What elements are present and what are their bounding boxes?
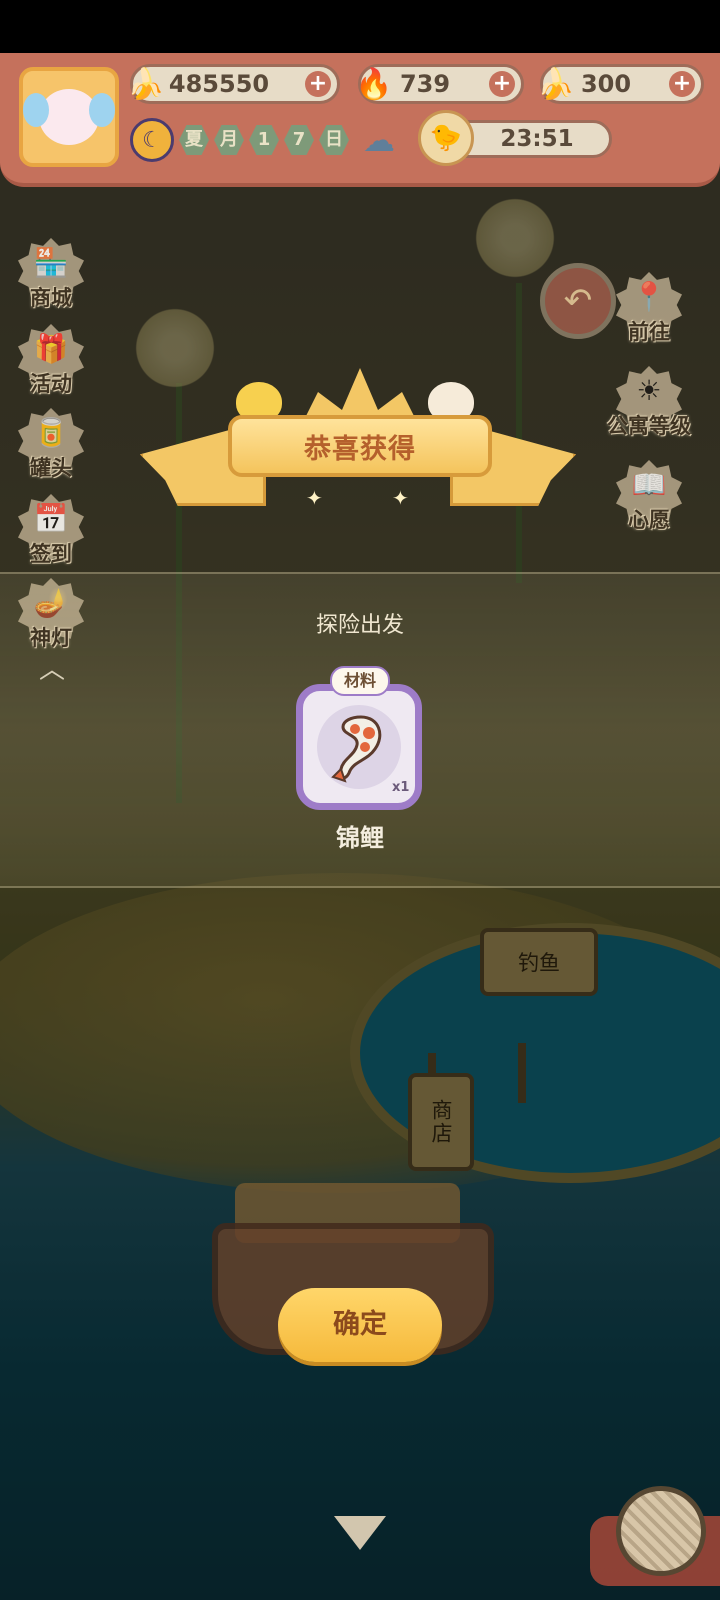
add-blue-banana-button[interactable]: + [669,71,695,97]
duck-timer-icon[interactable]: 🐤 [418,110,474,166]
sidebar-item-shop[interactable]: 🏪 商城 [14,234,88,310]
item-category-tag: 材料 [330,666,390,696]
flame-counter[interactable]: 🔥 739 + [355,64,524,104]
map-pin-icon: 📍 [631,280,667,313]
player-avatar[interactable] [19,67,119,167]
banana-counter[interactable]: 🍌 485550 + [127,64,340,104]
item-quantity: x1 [392,780,410,795]
gift-icon: 🎁 [33,332,69,365]
calendar-icon: 📅 [33,502,69,535]
reward-title-banner: 恭喜获得 [228,415,492,477]
sidebar-item-wish[interactable]: 📖 心愿 [612,456,686,532]
yarn-ball-icon[interactable] [616,1486,706,1576]
blue-banana-icon: 🍌 [537,66,575,102]
koi-fish-icon [331,715,382,783]
blue-flame-icon: 🔥 [355,66,393,102]
can-icon: 🥫 [33,416,69,449]
sparkle-icon: ✦ [306,486,323,510]
sun-icon: ☀ [636,374,662,407]
sidebar-item-events[interactable]: 🎁 活动 [14,320,88,396]
shop-icon: 🏪 [33,246,69,279]
sidebar-item-cans[interactable]: 🥫 罐头 [14,404,88,480]
avatar-icon [23,89,115,145]
moon-icon: ☾ [130,118,174,162]
add-banana-button[interactable]: + [305,71,331,97]
calendar-date: ☾ 夏 月 1 7 日 [130,118,349,162]
confirm-button[interactable]: 确定 [278,1288,442,1362]
sidebar-item-goto[interactable]: 📍 前往 [612,268,686,344]
blue-banana-counter[interactable]: 🍌 300 + [537,64,704,104]
item-name: 锦鲤 [336,824,384,852]
add-flame-button[interactable]: + [489,71,515,97]
sidebar-item-apartment-level[interactable]: ☀ 公寓等级 [607,362,691,438]
sidebar-item-checkin[interactable]: 📅 签到 [14,490,88,566]
rain-cloud-icon[interactable]: ☁ [356,120,402,160]
chevron-down-icon[interactable] [334,1516,386,1550]
banana-icon: 🍌 [127,66,165,102]
reward-title: 恭喜获得 [304,433,416,465]
boomerang-icon[interactable]: ↶ [540,263,616,339]
sparkle-icon: ✦ [392,486,409,510]
heart-book-icon: 📖 [631,468,667,501]
section-title: 探险出发 [315,613,404,638]
